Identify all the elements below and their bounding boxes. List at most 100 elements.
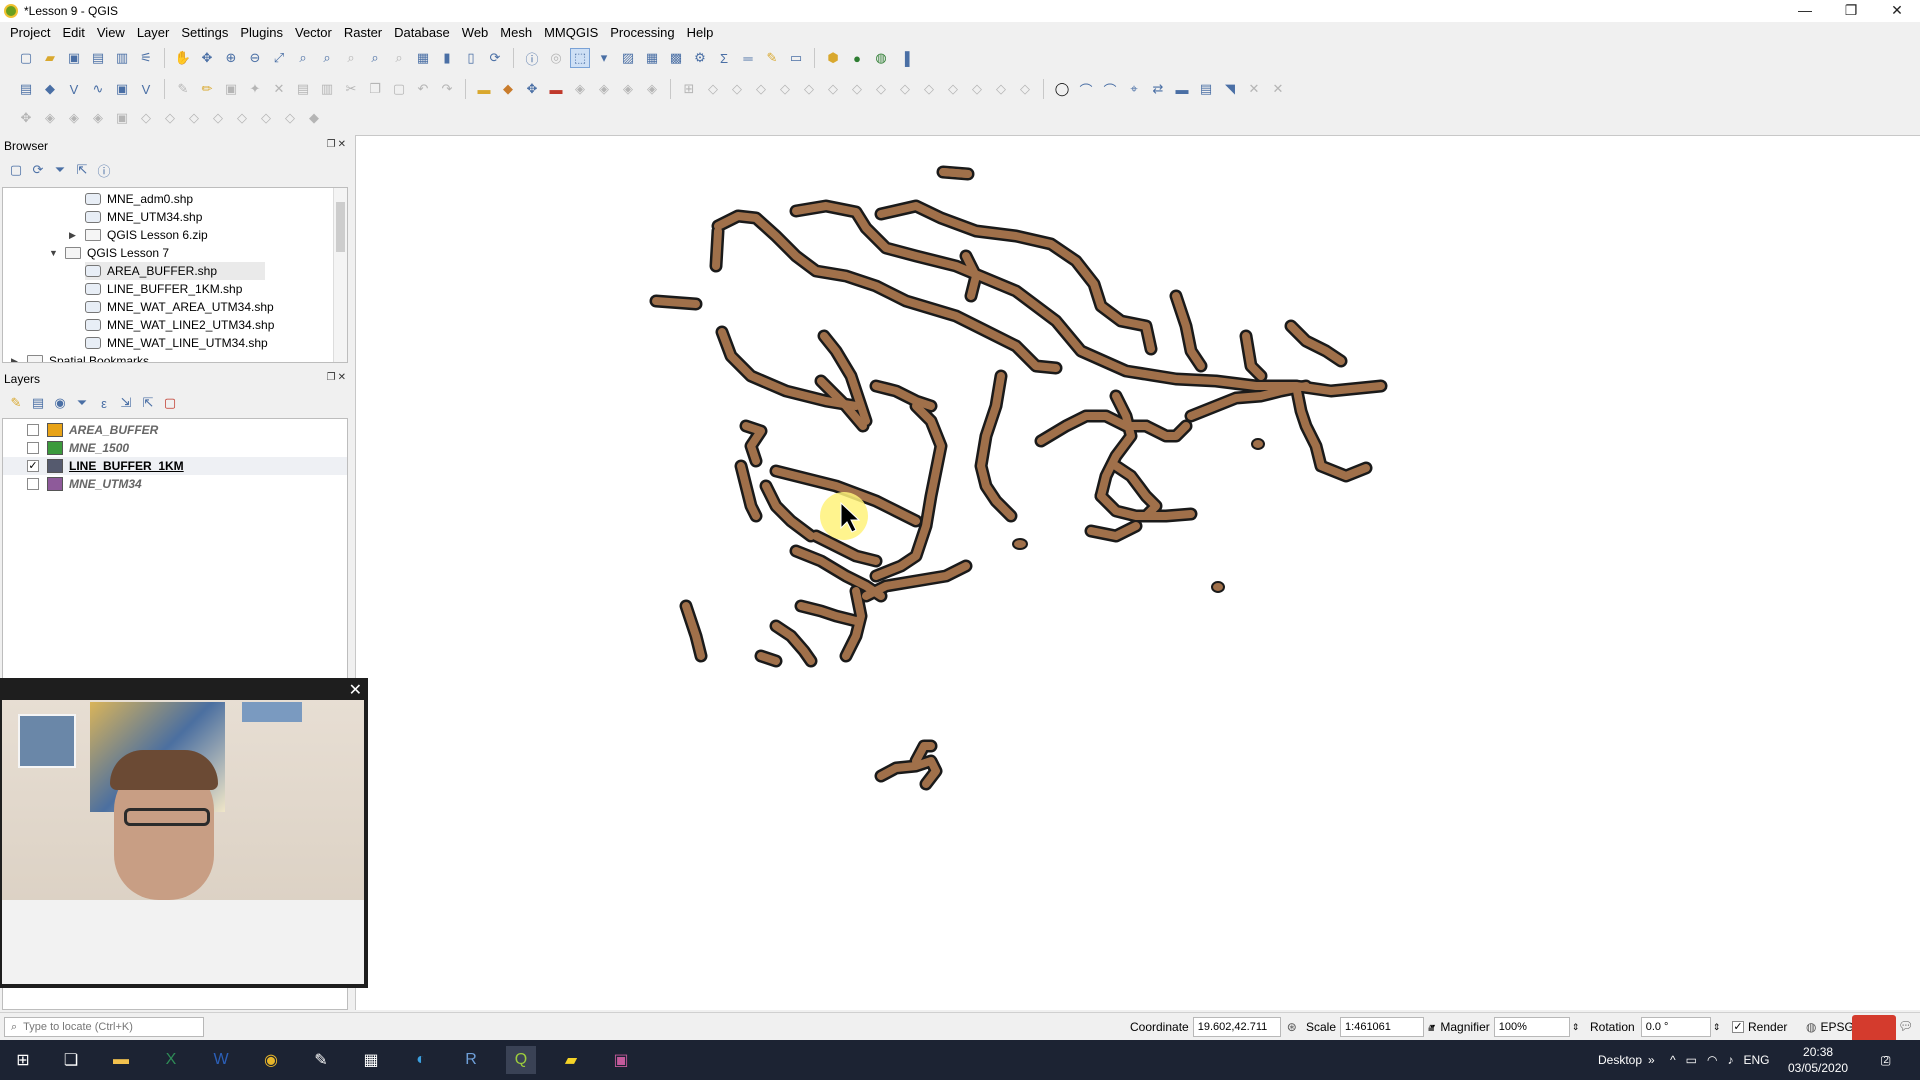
reshape-icon[interactable]: ◇ — [727, 79, 747, 99]
edge-icon[interactable]: ◐ — [406, 1046, 436, 1074]
render-checkbox[interactable]: ✓ — [1732, 1021, 1744, 1033]
crs-globe-icon[interactable]: ◍ — [1806, 1020, 1816, 1034]
browser-item[interactable]: MNE_WAT_LINE2_UTM34.shp — [85, 316, 274, 334]
globe-plugin-icon[interactable]: ◍ — [871, 48, 891, 68]
pan-map-icon[interactable]: ✋ — [173, 48, 193, 68]
excel-icon[interactable]: X — [156, 1046, 186, 1074]
field-calculator-icon[interactable]: ▩ — [666, 48, 686, 68]
help-book-icon[interactable]: ▐ — [895, 48, 915, 68]
layer-item-mne-1500[interactable]: MNE_1500 — [3, 439, 347, 457]
remove-layer-icon[interactable]: ▢ — [162, 395, 178, 411]
rotate-feature-icon[interactable]: ◇ — [751, 79, 771, 99]
expand-all-icon[interactable]: ⇲ — [118, 395, 134, 411]
cut-features-icon[interactable]: ✂ — [341, 79, 361, 99]
adv-tool-2-icon[interactable]: ◈ — [40, 108, 60, 128]
menu-web[interactable]: Web — [456, 25, 495, 40]
menu-help[interactable]: Help — [681, 25, 720, 40]
adv-tool-4-icon[interactable]: ◈ — [88, 108, 108, 128]
messages-icon[interactable]: 💬︎ — [1898, 1019, 1913, 1033]
lock-scale-icon[interactable]: 🔒︎ — [1428, 1020, 1434, 1035]
add-selected-layers-icon[interactable]: ▢ — [8, 162, 24, 178]
circular-string-icon[interactable]: ⌒ — [1076, 79, 1096, 99]
browser-item[interactable]: MNE_WAT_AREA_UTM34.shp — [85, 298, 274, 316]
save-project-icon[interactable]: ▣ — [64, 48, 84, 68]
menu-settings[interactable]: Settings — [175, 25, 234, 40]
layer-visibility-checkbox[interactable] — [27, 424, 39, 436]
filter-icon[interactable]: ⏷ — [52, 162, 68, 178]
expand-arrow-icon[interactable]: ▶ — [11, 356, 18, 363]
vertex-tool-icon[interactable]: ✕ — [269, 79, 289, 99]
menu-project[interactable]: Project — [4, 25, 56, 40]
label-tool-icon[interactable]: ▬ — [474, 79, 494, 99]
curve-icon[interactable]: ⌒ — [1100, 79, 1120, 99]
browser-item[interactable]: ▶ Spatial Bookmarks — [11, 352, 149, 362]
zoom-full-icon[interactable]: ⤢ — [269, 48, 289, 68]
python-console-icon[interactable]: ⬢ — [823, 48, 843, 68]
adv-tool-12-icon[interactable]: ◇ — [280, 108, 300, 128]
merge-attributes-icon[interactable]: ◇ — [991, 79, 1011, 99]
change-label-icon[interactable]: ◈ — [618, 79, 638, 99]
word-icon[interactable]: W — [206, 1046, 236, 1074]
close-icon[interactable]: ✕ — [349, 680, 362, 700]
collapse-all-icon[interactable]: ⇱ — [74, 162, 90, 178]
misc-tool-icon[interactable]: ✕ — [1244, 79, 1264, 99]
expand-arrow-icon[interactable]: ▶ — [69, 230, 76, 241]
advanced-digitizing-icon[interactable]: ⊞ — [679, 79, 699, 99]
layer-item-line-buffer-1km[interactable]: ✓ LINE_BUFFER_1KM — [3, 457, 347, 475]
zoom-native-icon[interactable]: ⌕ — [341, 48, 361, 68]
measure-icon[interactable]: ▬ — [1172, 79, 1192, 99]
simplify-icon[interactable]: ◇ — [775, 79, 795, 99]
new-map-view-icon[interactable]: ▦ — [413, 48, 433, 68]
move-label-icon[interactable]: ◈ — [570, 79, 590, 99]
layer-item-area-buffer[interactable]: AREA_BUFFER — [3, 421, 347, 439]
zoom-last-icon[interactable]: ⌕ — [365, 48, 385, 68]
plugin-icon[interactable]: ● — [847, 48, 867, 68]
sticky-notes-icon[interactable]: ▰ — [556, 1046, 586, 1074]
zoom-next-icon[interactable]: ⌕ — [389, 48, 409, 68]
chrome-icon[interactable]: ◉ — [256, 1046, 286, 1074]
delete-selected-icon[interactable]: ▥ — [317, 79, 337, 99]
identify-features-icon[interactable]: ⓘ — [522, 48, 542, 68]
adv-tool-11-icon[interactable]: ◇ — [256, 108, 276, 128]
delete-ring-icon[interactable]: ◇ — [871, 79, 891, 99]
text-annotation-icon[interactable]: ▭ — [786, 48, 806, 68]
layout-manager-icon[interactable]: ▥ — [112, 48, 132, 68]
menu-view[interactable]: View — [91, 25, 131, 40]
rotate-point-icon[interactable]: ◇ — [1015, 79, 1035, 99]
adv-tool-10-icon[interactable]: ◇ — [232, 108, 252, 128]
layer-visibility-checkbox[interactable] — [27, 442, 39, 454]
add-part-icon[interactable]: ◇ — [823, 79, 843, 99]
circle-digitize-icon[interactable]: ◯ — [1052, 79, 1072, 99]
snapping-icon[interactable]: ⌖ — [1124, 79, 1144, 99]
magnifier-spin-icon[interactable]: ⇕ — [1572, 1022, 1580, 1033]
menu-layer[interactable]: Layer — [131, 25, 176, 40]
menu-raster[interactable]: Raster — [338, 25, 388, 40]
copy-features-icon[interactable]: ❐ — [365, 79, 385, 99]
magnifier-field[interactable]: 100% — [1493, 1017, 1570, 1037]
menu-edit[interactable]: Edit — [56, 25, 90, 40]
add-vector-layer-icon[interactable]: ◆ — [40, 79, 60, 99]
adv-tool-1-icon[interactable]: ✥ — [16, 108, 36, 128]
minimize-button[interactable]: — — [1782, 0, 1828, 22]
add-group-icon[interactable]: ▤ — [30, 395, 46, 411]
coordinate-field[interactable]: 19.602,42.711 — [1192, 1017, 1281, 1037]
refresh-icon[interactable]: ⟳ — [30, 162, 46, 178]
merge-features-icon[interactable]: ◇ — [967, 79, 987, 99]
map-tools-icon[interactable]: ◥ — [1220, 79, 1240, 99]
menu-mmqgis[interactable]: MMQGIS — [538, 25, 604, 40]
add-ring-icon[interactable]: ◇ — [799, 79, 819, 99]
split-parts-icon[interactable]: ◇ — [943, 79, 963, 99]
new-project-icon[interactable]: ▢ — [16, 48, 36, 68]
map-tips-icon[interactable]: ✎ — [762, 48, 782, 68]
toggle-editing-icon[interactable]: ✏ — [197, 79, 217, 99]
select-by-value-icon[interactable]: ▾ — [594, 48, 614, 68]
adv-tool-9-icon[interactable]: ◇ — [208, 108, 228, 128]
refresh-icon[interactable]: ⟳ — [485, 48, 505, 68]
redo-icon[interactable]: ↷ — [437, 79, 457, 99]
show-bookmarks-icon[interactable]: ▯ — [461, 48, 481, 68]
chevron-icon[interactable]: » — [1648, 1053, 1655, 1067]
add-feature-icon[interactable]: ✦ — [245, 79, 265, 99]
rotate-label-icon[interactable]: ◈ — [594, 79, 614, 99]
misc-tool-2-icon[interactable]: ✕ — [1268, 79, 1288, 99]
modify-attributes-icon[interactable]: ▤ — [293, 79, 313, 99]
